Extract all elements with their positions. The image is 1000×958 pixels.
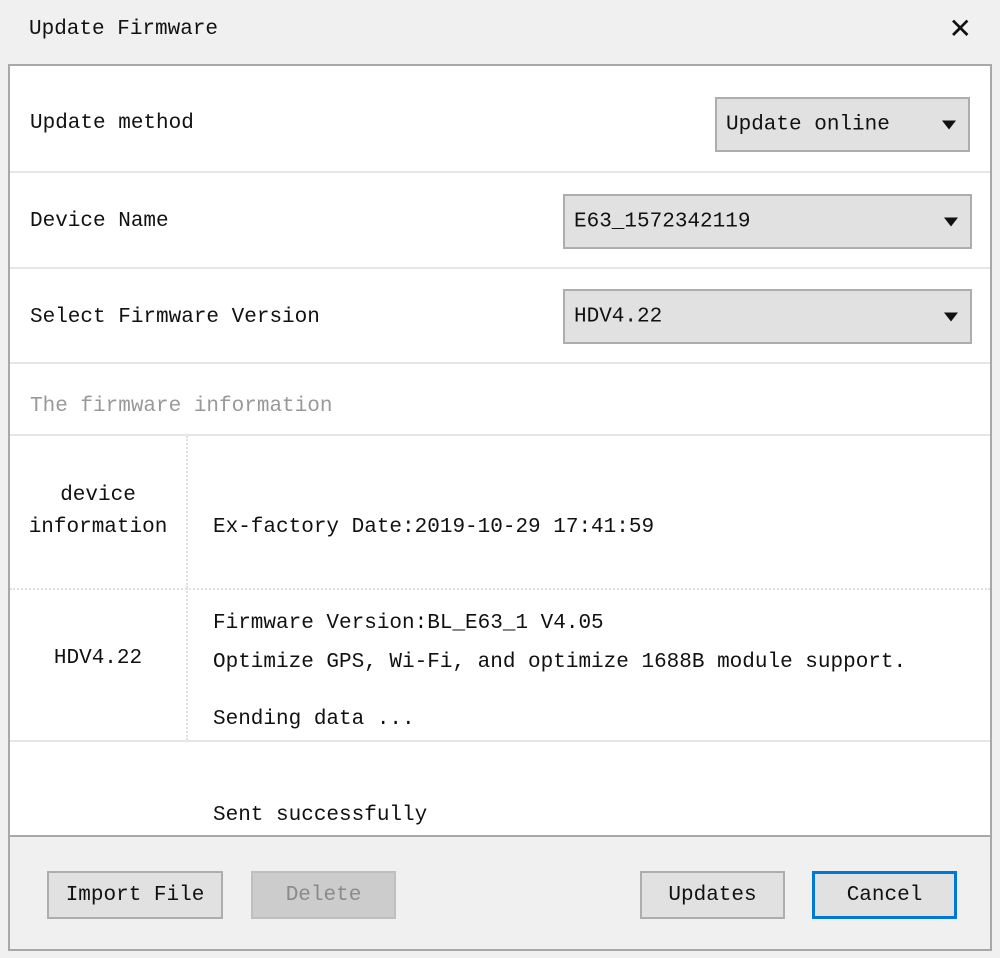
- import-file-button[interactable]: Import File: [47, 871, 223, 919]
- updates-button[interactable]: Updates: [640, 871, 785, 919]
- update-method-value: Update online: [726, 113, 890, 136]
- firmware-info-table: device information Ex-factory Date:2019-…: [10, 436, 990, 827]
- sent-status: Sent successfully: [213, 804, 428, 827]
- button-bar: Import File Delete Updates Cancel: [8, 837, 992, 951]
- firmware-version-row: Select Firmware Version HDV4.22: [10, 269, 990, 364]
- device-name-label: Device Name: [30, 210, 169, 233]
- table-row: HDV4.22 Optimize GPS, Wi-Fi, and optimiz…: [10, 588, 990, 742]
- chevron-down-icon: [944, 217, 958, 226]
- table-row: device information Ex-factory Date:2019-…: [10, 436, 990, 827]
- firmware-version-label: Select Firmware Version: [30, 306, 320, 329]
- firmware-info-header-row: The firmware information: [10, 364, 990, 436]
- window-title: Update Firmware: [29, 18, 219, 41]
- delete-button[interactable]: Delete: [251, 871, 396, 919]
- chevron-down-icon: [944, 312, 958, 321]
- chevron-down-icon: [942, 120, 956, 129]
- version-notes: Optimize GPS, Wi-Fi, and optimize 1688B …: [213, 651, 907, 674]
- close-icon[interactable]: ✕: [949, 12, 972, 45]
- update-method-row: Update method Update online: [10, 66, 990, 173]
- update-method-label: Update method: [30, 112, 194, 135]
- device-info-label: device information: [10, 436, 188, 588]
- firmware-version-select[interactable]: HDV4.22: [563, 289, 972, 344]
- settings-panel: Update method Update online Device Name …: [8, 64, 992, 837]
- device-name-select[interactable]: E63_1572342119: [563, 194, 972, 249]
- firmware-info-header: The firmware information: [30, 395, 333, 418]
- version-label: HDV4.22: [10, 588, 188, 740]
- title-bar: Update Firmware ✕: [0, 0, 1000, 64]
- update-method-select[interactable]: Update online: [715, 97, 970, 152]
- cancel-button[interactable]: Cancel: [812, 871, 957, 919]
- device-name-value: E63_1572342119: [574, 210, 751, 233]
- ex-factory-date: Ex-factory Date:2019-10-29 17:41:59: [213, 516, 655, 539]
- device-name-row: Device Name E63_1572342119: [10, 173, 990, 269]
- firmware-version-value: HDV4.22: [574, 305, 663, 328]
